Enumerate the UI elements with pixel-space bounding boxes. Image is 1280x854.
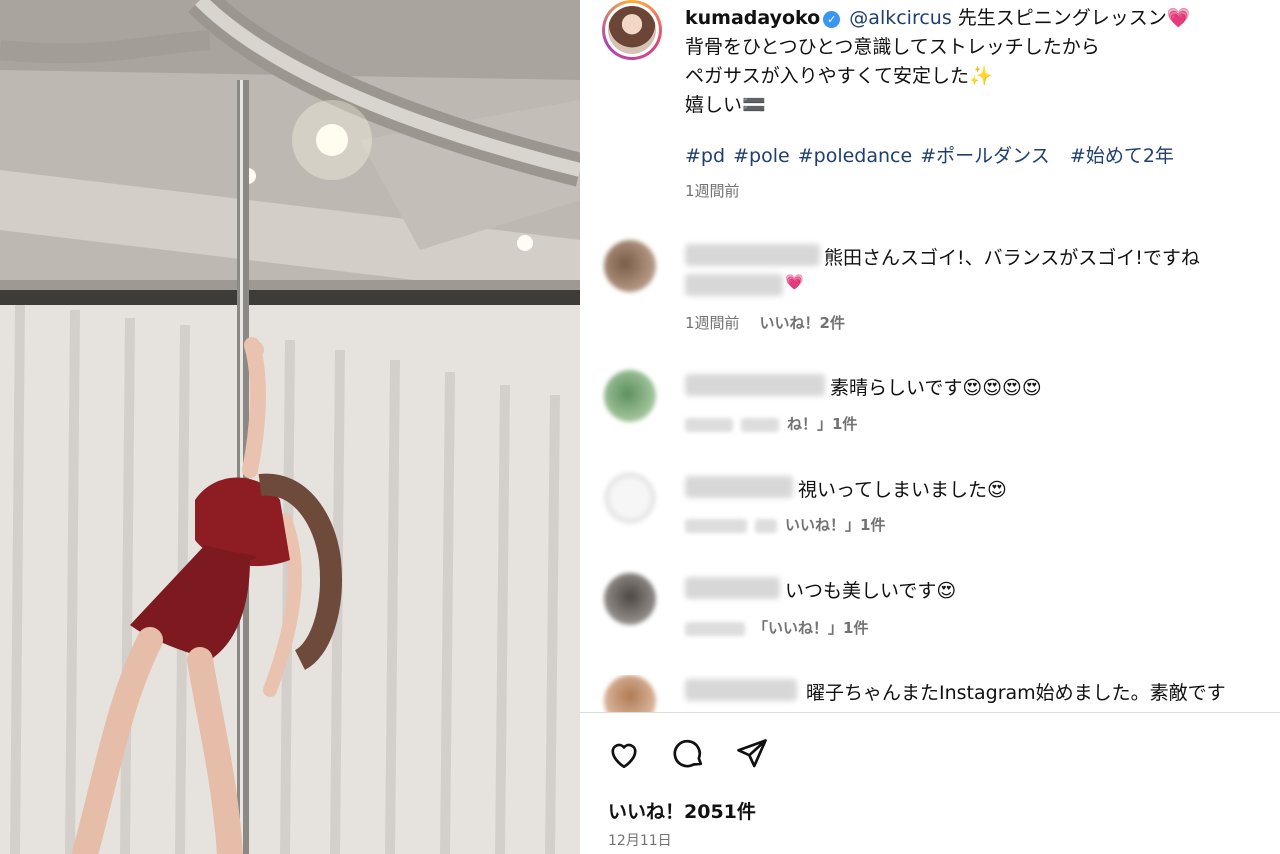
comment-meta: 「いいね！」1件 xyxy=(685,617,868,638)
comment-meta: いいね！」1件 xyxy=(685,514,885,535)
author-username[interactable]: kumadayoko xyxy=(685,7,820,29)
caption-text: kumadayoko ✓ @alkcircus 先生スピニングレッスン💗 背骨をひ… xyxy=(685,4,1265,120)
comment-text-2: 💗 xyxy=(785,273,804,291)
post-media[interactable] xyxy=(0,0,580,854)
commenter-avatar[interactable] xyxy=(604,370,656,422)
post-actions xyxy=(606,736,770,772)
share-icon[interactable] xyxy=(734,736,770,772)
post-caption: kumadayoko ✓ @alkcircus 先生スピニングレッスン💗 背骨をひ… xyxy=(580,0,1280,215)
hashtag-link[interactable]: #ポールダンス xyxy=(920,145,1050,167)
hashtag-link[interactable]: #始めて2年 xyxy=(1070,145,1174,167)
comment-likes[interactable]: 「いいね！」1件 xyxy=(753,619,868,637)
commenter-username-blurred[interactable] xyxy=(685,374,825,396)
likes-count[interactable]: いいね！2051件 xyxy=(608,797,756,824)
comment-text: 素晴らしいです😍😍😍😍 xyxy=(830,377,1042,399)
hashtag-link[interactable]: #pd xyxy=(685,145,725,167)
commenter-avatar[interactable] xyxy=(604,472,656,524)
caption-timestamp[interactable]: 1週間前 xyxy=(685,180,740,201)
divider xyxy=(580,712,1280,713)
comment-text: 曜子ちゃんまたInstagram始めました。素敵です xyxy=(806,682,1226,704)
caption-line4: 嬉しい🟰 xyxy=(685,94,766,116)
mention-link[interactable]: @alkcircus xyxy=(849,7,951,29)
commenter-username-blurred[interactable] xyxy=(685,244,820,266)
commenter-avatar[interactable] xyxy=(604,240,656,292)
commenter-username-blurred[interactable] xyxy=(685,476,793,498)
comment-item: 曜子ちゃんまたInstagram始めました。素敵です xyxy=(580,675,1280,712)
comment-icon[interactable] xyxy=(670,736,706,772)
commenter-username-blurred[interactable] xyxy=(685,577,780,599)
comment-text: 熊田さんスゴイ!、バランスがスゴイ!ですね xyxy=(824,247,1200,269)
verified-badge-icon: ✓ xyxy=(823,11,841,28)
post-date: 12月11日 xyxy=(608,833,672,849)
hashtag-link[interactable]: #pole xyxy=(733,145,790,167)
comment-meta: ね！」1件 xyxy=(685,413,857,434)
commenter-username-blurred[interactable] xyxy=(685,679,797,701)
caption-line2: 背骨をひとつひとつ意識してストレッチしたから xyxy=(685,36,1100,58)
comment-likes[interactable]: ね！」1件 xyxy=(787,415,857,433)
comment-text: いつも美しいです😍 xyxy=(785,580,957,602)
commenter-avatar[interactable] xyxy=(604,573,656,625)
hashtag-list: #pd #pole #poledance #ポールダンス #始めて2年 xyxy=(685,141,1176,168)
post-detail-panel: kumadayoko ✓ @alkcircus 先生スピニングレッスン💗 背骨をひ… xyxy=(580,0,1280,854)
comment-meta: 1週間前 いいね！2件 xyxy=(685,312,845,333)
caption-line3: ペガサスが入りやすくて安定した✨ xyxy=(685,65,993,87)
caption-line1: 先生スピニングレッスン💗 xyxy=(957,7,1191,29)
commenter-avatar[interactable] xyxy=(604,675,656,712)
comment-text: 視いってしまいました😍 xyxy=(798,479,1007,501)
comment-likes[interactable]: いいね！」1件 xyxy=(785,516,885,534)
comment-text-blurred xyxy=(685,274,783,296)
heart-icon[interactable] xyxy=(606,736,642,772)
hashtag-link[interactable]: #poledance xyxy=(798,145,912,167)
author-avatar[interactable] xyxy=(602,0,662,60)
post-photo xyxy=(0,0,580,854)
comment-likes[interactable]: いいね！2件 xyxy=(760,314,845,332)
comment-timestamp[interactable]: 1週間前 xyxy=(685,314,740,332)
